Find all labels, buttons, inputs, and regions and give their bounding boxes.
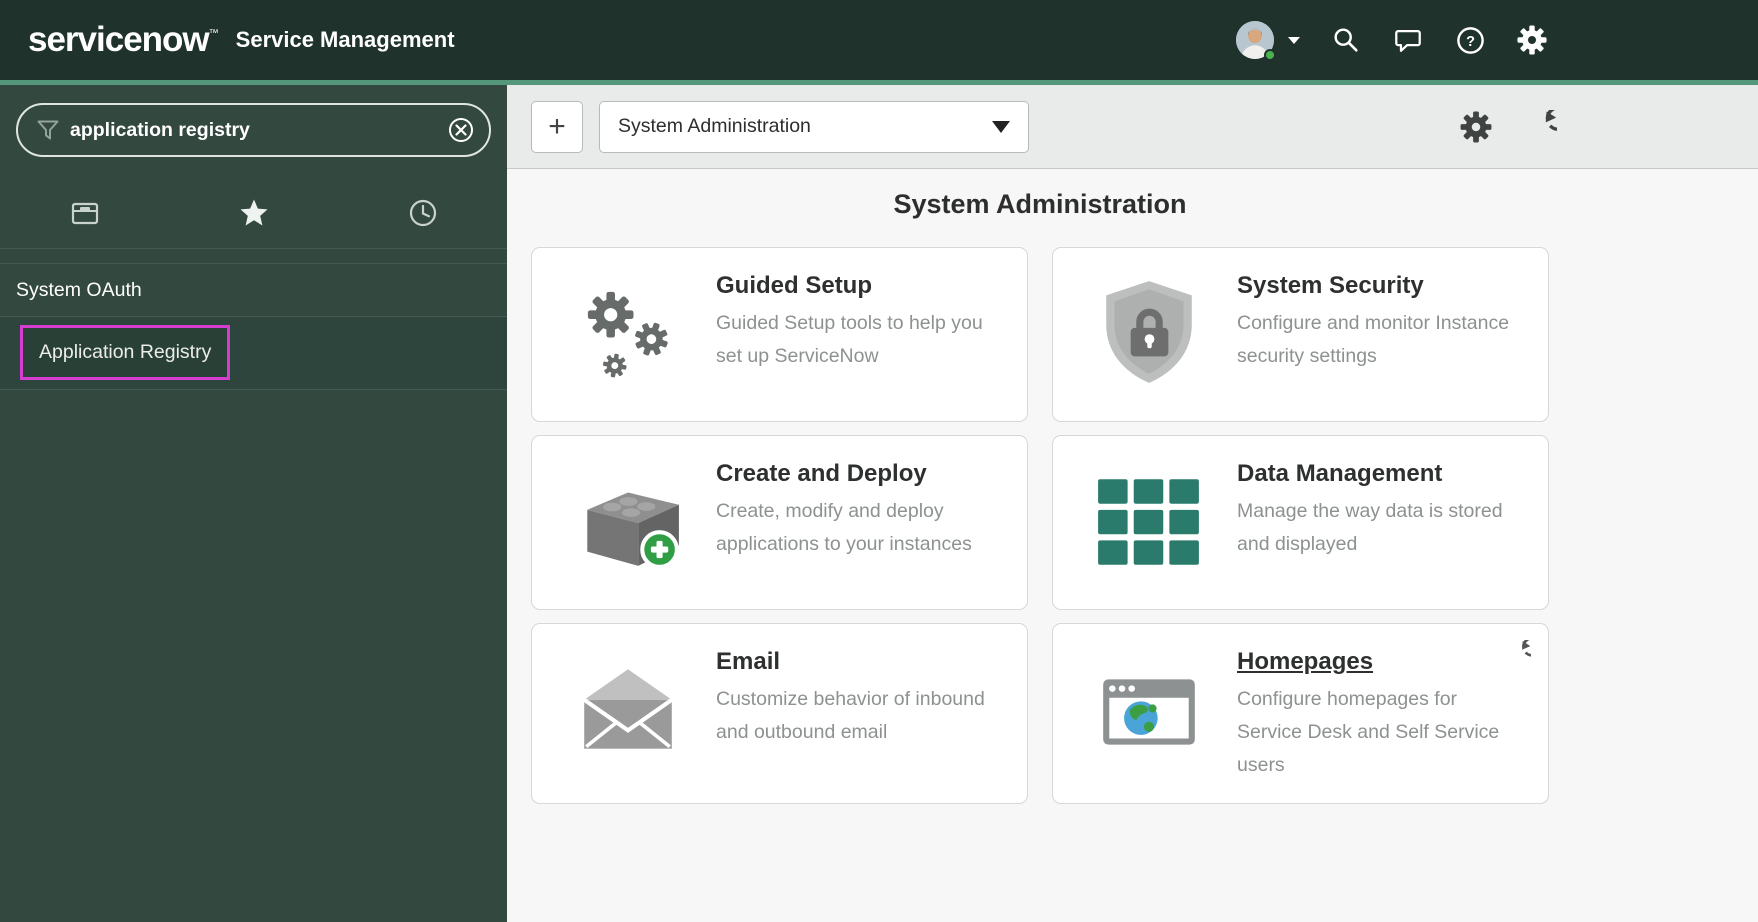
gear-icon[interactable] <box>1516 24 1548 56</box>
module-card-create-and-deploy[interactable]: Create and Deploy Create, modify and dep… <box>531 435 1028 610</box>
envelope-icon <box>572 655 684 772</box>
sidebar-item-label: System OAuth <box>16 279 142 302</box>
module-card-data-management[interactable]: Data Management Manage the way data is s… <box>1052 435 1549 610</box>
box-icon <box>69 197 101 229</box>
module-card-system-security[interactable]: System Security Configure and monitor In… <box>1052 247 1549 422</box>
card-description: Customize behavior of inbound and outbou… <box>716 683 1003 749</box>
chevron-down-icon <box>992 121 1010 133</box>
navigator-tabs <box>0 177 507 249</box>
brick-plus-icon <box>572 464 684 581</box>
navigator-menu: System OAuth Application Registry <box>0 263 507 390</box>
shield-lock-icon <box>1093 276 1205 393</box>
sidebar-item-label: Application Registry <box>39 341 211 363</box>
clear-filter-icon[interactable] <box>447 116 475 144</box>
filter-navigator-input[interactable] <box>70 119 437 142</box>
application-navigator: System OAuth Application Registry <box>0 85 507 922</box>
help-icon[interactable]: ? <box>1454 24 1486 56</box>
grid-tiles-icon <box>1093 464 1205 581</box>
logo-trademark: ™ <box>209 28 218 39</box>
chat-icon[interactable] <box>1392 24 1424 56</box>
card-description: Manage the way data is stored and displa… <box>1237 495 1524 561</box>
tab-all-applications[interactable] <box>0 177 169 248</box>
user-avatar[interactable] <box>1236 21 1274 59</box>
header-icon-group: ? <box>1236 21 1758 59</box>
card-description: Configure homepages for Service Desk and… <box>1237 683 1524 781</box>
servicenow-logo[interactable]: servicenow ™ <box>28 20 218 60</box>
star-icon <box>238 197 270 229</box>
logo-text: servicenow <box>28 20 209 60</box>
homepage-picker-value: System Administration <box>618 115 811 138</box>
module-card-grid: Guided Setup Guided Setup tools to help … <box>531 247 1549 804</box>
tab-favorites[interactable] <box>169 177 338 248</box>
browser-globe-icon <box>1093 655 1205 772</box>
toolbar-right-icons <box>1458 109 1558 145</box>
sidebar-item-system-oauth[interactable]: System OAuth <box>0 263 507 317</box>
content-toolbar: + System Administration <box>507 85 1758 169</box>
card-title: System Security <box>1237 272 1524 300</box>
svg-text:?: ? <box>1466 33 1475 49</box>
top-header: servicenow ™ Service Management <box>0 0 1758 80</box>
navigator-search-row <box>0 85 507 177</box>
user-menu-caret-icon[interactable] <box>1288 37 1300 44</box>
navigator-filter[interactable] <box>16 103 491 157</box>
card-title: Email <box>716 648 1003 676</box>
gear-icon[interactable] <box>1458 109 1494 145</box>
refresh-icon[interactable] <box>1504 640 1532 668</box>
module-card-homepages[interactable]: Homepages Configure homepages for Servic… <box>1052 623 1549 804</box>
add-homepage-button[interactable]: + <box>531 101 583 153</box>
page-title: System Administration <box>531 189 1549 220</box>
homepage-picker-dropdown[interactable]: System Administration <box>599 101 1029 153</box>
homepages-link[interactable]: Homepages <box>1237 648 1524 676</box>
gears-icon <box>572 276 684 393</box>
card-title: Create and Deploy <box>716 460 1003 488</box>
homepage-content: System Administration Guided Setu <box>507 169 1758 922</box>
module-card-guided-setup[interactable]: Guided Setup Guided Setup tools to help … <box>531 247 1028 422</box>
card-title: Data Management <box>1237 460 1524 488</box>
sidebar-item-application-registry[interactable]: Application Registry <box>0 317 507 390</box>
tab-history[interactable] <box>338 177 507 248</box>
tutorial-highlight-box: Application Registry <box>20 325 230 380</box>
main-pane: + System Administration <box>507 85 1758 922</box>
card-description: Configure and monitor Instance security … <box>1237 307 1524 373</box>
card-title: Guided Setup <box>716 272 1003 300</box>
clock-icon <box>407 197 439 229</box>
card-description: Guided Setup tools to help you set up Se… <box>716 307 1003 373</box>
presence-indicator <box>1264 49 1276 61</box>
card-description: Create, modify and deploy applications t… <box>716 495 1003 561</box>
product-title: Service Management <box>236 27 455 53</box>
filter-funnel-icon <box>36 118 60 142</box>
search-icon[interactable] <box>1330 24 1362 56</box>
refresh-icon[interactable] <box>1522 109 1558 145</box>
module-card-email[interactable]: Email Customize behavior of inbound and … <box>531 623 1028 804</box>
